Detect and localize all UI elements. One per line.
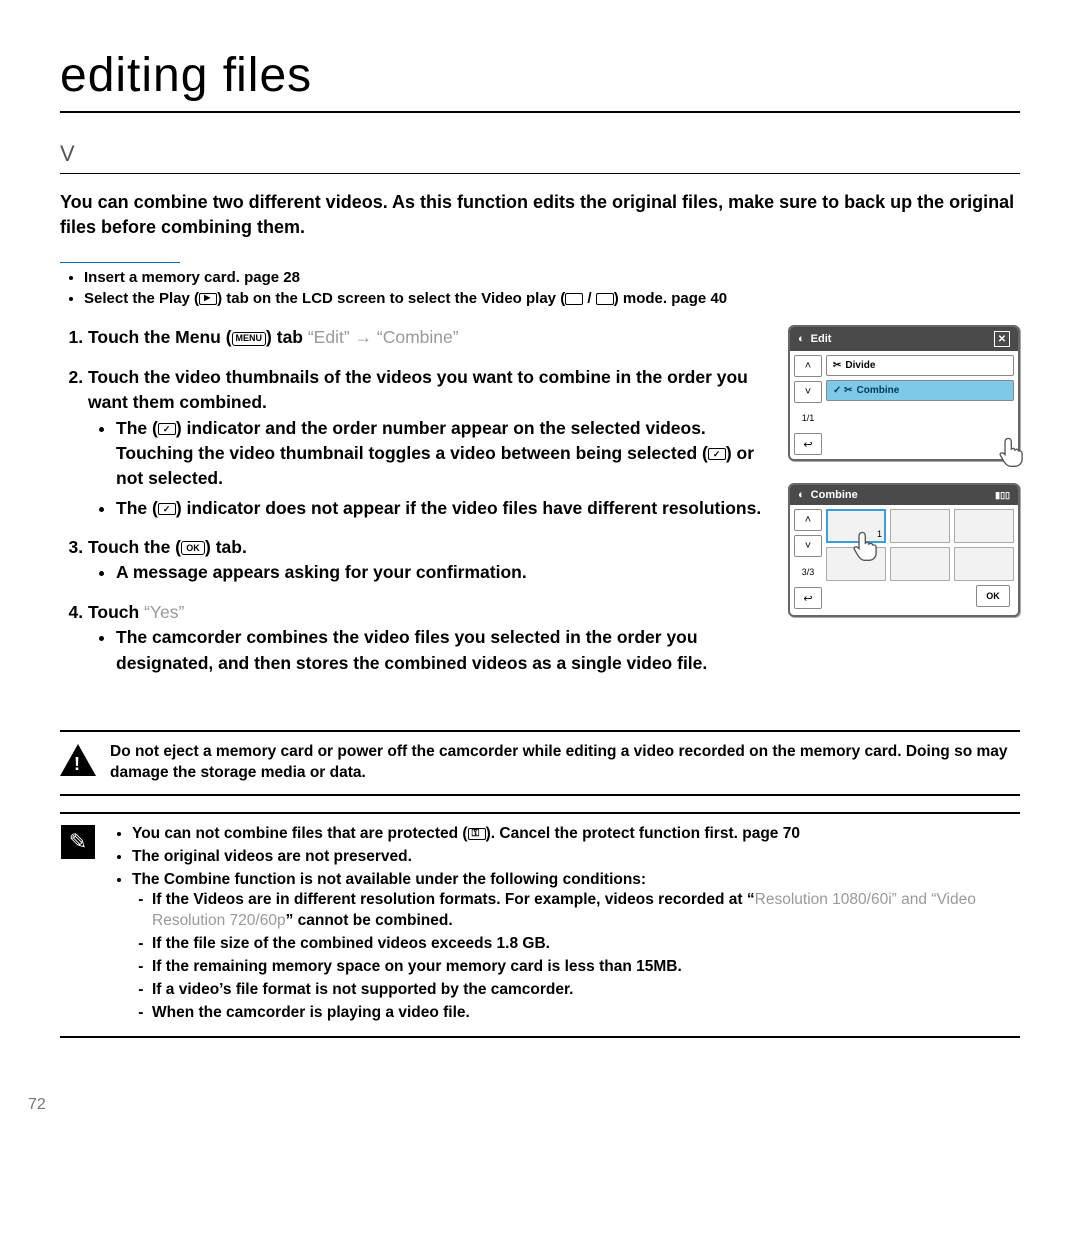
note-item: You can not combine files that are prote… [132,824,1020,845]
page-number: 72 [28,1096,46,1114]
up-arrow-icon: ˄ [794,355,822,377]
video-thumb [826,547,886,581]
down-arrow-icon: ˅ [794,381,822,403]
return-icon: ↩ [794,433,822,455]
edit-title-icon: ◐ [798,333,805,345]
video-thumb [954,547,1014,581]
note-item: The original videos are not preserved. [132,847,1020,868]
info-note: ✎ You can not combine files that are pro… [60,812,1020,1038]
menu-row-divide: ✂Divide [826,355,1014,376]
warning-triangle-icon [60,742,96,778]
close-icon: ✕ [994,331,1010,347]
mock-screen-combine: ◐ Combine ▮▯▯ ˄ ˅ 3/3 ↩ 1 [788,483,1020,617]
precheck-list: Insert a memory card. page 28 Select the… [60,269,1020,307]
step-4: Touch “Yes” The camcorder combines the v… [88,600,770,676]
video-thumb: 1 [826,509,886,543]
up-arrow-icon: ˄ [794,509,822,531]
video-thumb [890,547,950,581]
precheck-divider [60,262,180,263]
check-indicator-icon [158,503,176,515]
intro-text: You can combine two different videos. As… [60,190,1020,240]
steps-list: Touch the Menu (MENU) tab “Edit” → “Comb… [60,325,770,676]
page-indicator: 1/1 [794,407,822,429]
protect-lock-icon [468,828,486,840]
ok-button: OK [976,585,1010,607]
warning-note: Do not eject a memory card or power off … [60,730,1020,796]
page-indicator: 3/3 [794,561,822,583]
precheck-item: Insert a memory card. page 28 [84,269,1020,286]
video-thumb [954,509,1014,543]
down-arrow-icon: ˅ [794,535,822,557]
sd-icon [596,293,614,305]
section-title: V [60,141,1020,174]
precheck-item: Select the Play () tab on the LCD screen… [84,290,1020,307]
play-tab-icon [199,293,217,305]
video-thumb [890,509,950,543]
ok-tab-icon: OK [181,541,205,555]
step-1: Touch the Menu (MENU) tab “Edit” → “Comb… [88,325,770,350]
menu-row-combine: ✓ ✂Combine [826,380,1014,401]
menu-icon: MENU [232,332,267,346]
chapter-title: editing ﬁles [60,48,1020,113]
combine-title-icon: ◐ [798,489,805,501]
return-icon: ↩ [794,587,822,609]
hd-icon [565,293,583,305]
mock-title: Combine [811,489,858,501]
note-pencil-icon: ✎ [60,824,96,860]
check-indicator-icon [708,448,726,460]
mock-screen-edit: ◐ Edit ✕ ˄ ˅ 1/1 ↩ ✂Divide ✓ ✂Combine [788,325,1020,461]
battery-icon: ▮▯▯ [995,490,1010,501]
mock-title: Edit [811,333,832,345]
step-2: Touch the video thumbnails of the videos… [88,365,770,521]
note-item: The Combine function is not available un… [132,870,1020,1024]
step-3: Touch the (OK) tab. A message appears as… [88,535,770,586]
check-indicator-icon [158,423,176,435]
